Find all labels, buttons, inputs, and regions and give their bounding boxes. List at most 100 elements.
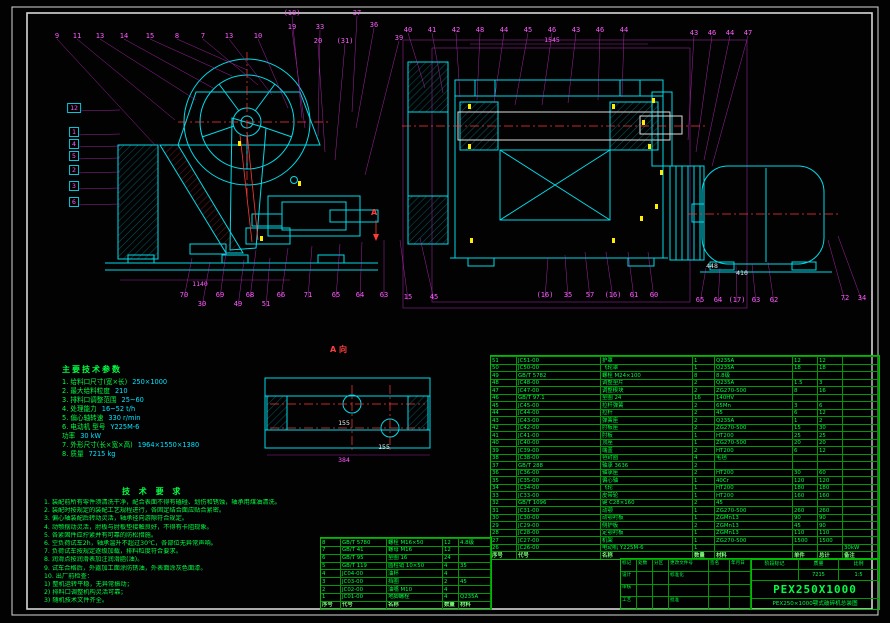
part-callout: 13 xyxy=(96,32,104,40)
parameter-line: 4. 处理能力16~52 t/h xyxy=(62,405,277,414)
bom-cell: 1 xyxy=(793,416,818,424)
bom-cell: 16 xyxy=(693,394,715,402)
bom-cell xyxy=(843,454,879,462)
bom-cell: ZG270-500 xyxy=(715,386,793,394)
bom-cell: 12 xyxy=(443,546,459,554)
bom-cell: GB/T 95 xyxy=(341,554,387,562)
bom-cell: 65Mn xyxy=(715,401,793,409)
bom-cell: Q235A xyxy=(715,364,793,372)
bom-cell: 侧护板 xyxy=(601,521,693,529)
bom-cell: JC28-00 xyxy=(517,529,601,537)
bom-cell: JC40-00 xyxy=(517,439,601,447)
revision-cell: 签名 xyxy=(709,559,730,571)
bom-cell xyxy=(818,499,843,507)
bom-cell xyxy=(843,409,879,417)
part-callout: 44 xyxy=(500,26,508,34)
dimension-text: 155 xyxy=(378,443,390,451)
bom-cell: 12 xyxy=(818,409,843,417)
part-callout: 15 xyxy=(146,32,154,40)
drawing-title: PEX250×1000颚式破碎机总装图 xyxy=(751,599,879,609)
bom-cell: JC26-00 xyxy=(517,544,601,552)
part-callout: 71 xyxy=(304,291,312,299)
bom-cell: 25 xyxy=(793,431,818,439)
bom-cell: 4 xyxy=(443,562,459,570)
stage-mark-value xyxy=(751,570,799,581)
bom-cell: 4 xyxy=(443,585,459,593)
revision-cell xyxy=(653,571,669,583)
bom-cell: 40 xyxy=(491,439,517,447)
bom-cell xyxy=(843,446,879,454)
bom-cell: 8 xyxy=(793,386,818,394)
bom-cell: JC42-00 xyxy=(517,424,601,432)
bom-cell: 12 xyxy=(793,356,818,364)
bom-cell: JC02-00 xyxy=(341,585,387,593)
bom-cell: 260 xyxy=(793,506,818,514)
bom-cell: JC44-00 xyxy=(517,409,601,417)
part-callout: 61 xyxy=(630,291,638,299)
part-callout: 70 xyxy=(180,291,188,299)
bom-cell xyxy=(843,424,879,432)
bom-cell xyxy=(793,394,818,402)
requirement-line: 3. 偏心轴装配后转动灵活，轴承径向游隙符合规定。 xyxy=(44,515,334,523)
bom-cell: 2 xyxy=(693,499,715,507)
bom-cell: 40Cr xyxy=(715,476,793,484)
bom-cell: 30kW xyxy=(843,544,879,552)
part-callout: 39 xyxy=(395,34,403,42)
revision-cell xyxy=(709,596,730,608)
bom-cell: 机架 xyxy=(601,536,693,544)
bom-cell: 8.8级 xyxy=(715,371,793,379)
bom-cell: 垫圈 24 xyxy=(601,394,693,402)
bom-cell: 2 xyxy=(693,469,715,477)
part-callout: 68 xyxy=(246,291,254,299)
bolt-marks xyxy=(238,98,663,243)
revision-cell xyxy=(709,584,730,596)
bom-cell xyxy=(843,439,879,447)
bom-cell xyxy=(843,461,879,469)
bom-cell: JC34-00 xyxy=(517,484,601,492)
bom-cell: ZG270-500 xyxy=(715,424,793,432)
bom-header-cell: 代号 xyxy=(517,551,601,559)
bom-cell: 2 xyxy=(693,409,715,417)
part-callout: 62 xyxy=(770,296,778,304)
bom-cell: 1 xyxy=(693,431,715,439)
revision-cell: 更改文件号 xyxy=(669,559,709,571)
bom-cell: 毛毡 xyxy=(715,454,793,462)
bom-cell: 16 xyxy=(818,386,843,394)
part-callout: 43 xyxy=(690,29,698,37)
bom-cell: 油嘴 M10 xyxy=(387,585,443,593)
part-callout: (31) xyxy=(337,37,354,45)
bom-cell: 皮带轮 xyxy=(601,491,693,499)
bom-cell: 2 xyxy=(443,577,459,585)
dimension-text: 155 xyxy=(338,419,350,427)
bom-cell: 3 xyxy=(321,577,341,585)
bom-cell: 24 xyxy=(443,554,459,562)
requirement-line: 2) 排料口调整机构灵活可靠； xyxy=(44,589,334,597)
bom-cell xyxy=(793,544,818,552)
bom-cell: ZGMn13 xyxy=(715,529,793,537)
requirement-line: 6. 空负荷试车2h，轴承温升不超过30℃，各部位无异常声响。 xyxy=(44,540,334,548)
bom-cell: JC29-00 xyxy=(517,521,601,529)
bom-cell: 30 xyxy=(793,469,818,477)
revision-cell xyxy=(653,584,669,596)
title-block-right: 阶段标记 质量 比例 7215 1:5 PEX250X1000 PEX250×1… xyxy=(751,559,879,609)
bom-cell: 偏心轴 xyxy=(601,476,693,484)
part-callout: 66 xyxy=(277,291,285,299)
bom-cell: 30 xyxy=(818,424,843,432)
bom-cell xyxy=(843,386,879,394)
bom-cell: ZG270-500 xyxy=(715,439,793,447)
part-callout: 15 xyxy=(404,293,412,301)
bom-cell: 90 xyxy=(818,514,843,522)
bom-cell: 6 xyxy=(818,401,843,409)
scale-label: 比例 xyxy=(839,559,879,570)
requirement-line: 7. 负荷试车按规定逐级加载，排料粒度符合要求。 xyxy=(44,548,334,556)
bom-cell: 51 xyxy=(491,356,517,364)
bom-cell: 12 xyxy=(818,446,843,454)
bom-cell: ZGMn13 xyxy=(715,514,793,522)
dimension-text: 448 xyxy=(706,262,718,270)
bom-cell xyxy=(459,569,491,577)
bom-cell: JC41-00 xyxy=(517,431,601,439)
bom-cell xyxy=(843,431,879,439)
bom-cell: 45 xyxy=(491,401,517,409)
parameters-title: 主要技术参数 xyxy=(62,364,277,375)
bom-cell xyxy=(818,544,843,552)
